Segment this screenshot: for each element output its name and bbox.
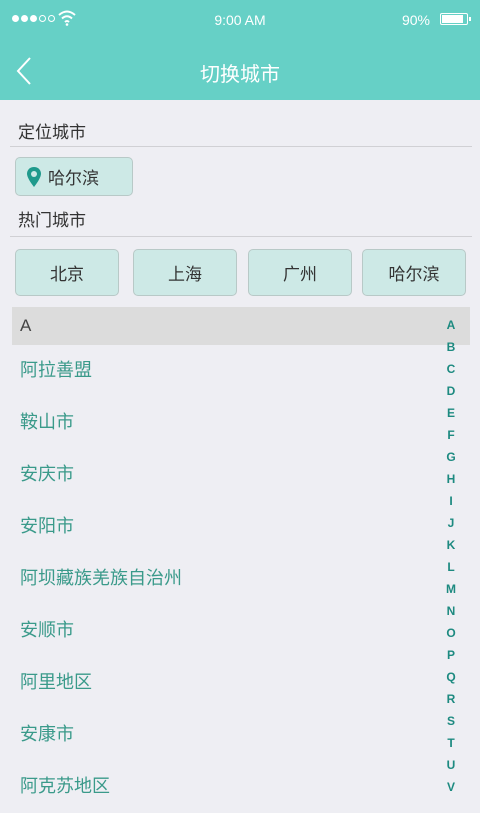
index-letter-a[interactable]: A xyxy=(447,314,456,336)
battery-icon xyxy=(440,13,471,25)
index-letter-l[interactable]: L xyxy=(447,556,454,578)
hot-city-button[interactable]: 广州 xyxy=(248,249,352,296)
alphabet-index-bar[interactable]: ABCDEFGHIJKLMNOPQRSTUV xyxy=(440,314,462,798)
index-letter-d[interactable]: D xyxy=(447,380,456,402)
index-letter-s[interactable]: S xyxy=(447,710,455,732)
city-list-item[interactable]: 安庆市 xyxy=(20,449,430,501)
hot-section-label: 热门城市 xyxy=(18,211,86,231)
index-letter-g[interactable]: G xyxy=(446,446,455,468)
hot-city-button[interactable]: 上海 xyxy=(133,249,237,296)
index-letter-u[interactable]: U xyxy=(447,754,456,776)
index-letter-p[interactable]: P xyxy=(447,644,455,666)
index-letter-b[interactable]: B xyxy=(447,336,456,358)
status-bar: 9:00 AM 90% xyxy=(0,0,480,40)
city-list-item[interactable]: 阿里地区 xyxy=(20,657,430,709)
index-letter-m[interactable]: M xyxy=(446,578,456,600)
index-letter-o[interactable]: O xyxy=(446,622,455,644)
city-list-item[interactable]: 安康市 xyxy=(20,709,430,761)
index-letter-e[interactable]: E xyxy=(447,402,455,424)
nav-bar: 切换城市 xyxy=(0,40,480,100)
index-letter-r[interactable]: R xyxy=(447,688,456,710)
hot-city-button[interactable]: 哈尔滨 xyxy=(362,249,466,296)
battery-level-fill xyxy=(442,15,463,23)
map-pin-icon xyxy=(27,166,41,187)
battery-percent: 90% xyxy=(401,12,430,28)
hot-city-button[interactable]: 北京 xyxy=(15,249,119,296)
current-location-chip[interactable]: 哈尔滨 xyxy=(15,157,133,196)
page-title: 切换城市 xyxy=(200,62,280,86)
index-letter-h[interactable]: H xyxy=(447,468,456,490)
city-list-item[interactable]: 安阳市 xyxy=(20,501,430,553)
divider xyxy=(10,146,472,147)
current-location-city: 哈尔滨 xyxy=(48,169,99,189)
index-letter-n[interactable]: N xyxy=(447,600,456,622)
city-list-item[interactable]: 阿克苏地区 xyxy=(20,761,430,813)
city-list-item[interactable]: 阿拉善盟 xyxy=(20,345,430,397)
index-letter-c[interactable]: C xyxy=(447,358,456,380)
index-letter-k[interactable]: K xyxy=(447,534,456,556)
index-letter-f[interactable]: F xyxy=(447,424,454,446)
city-list-item[interactable]: 阿坝藏族羌族自治州 xyxy=(20,553,430,605)
city-list-item[interactable]: 安顺市 xyxy=(20,605,430,657)
index-letter-j[interactable]: J xyxy=(448,512,455,534)
city-list: 阿拉善盟 鞍山市 安庆市 安阳市 阿坝藏族羌族自治州 安顺市 阿里地区 安康市 … xyxy=(20,345,430,813)
divider xyxy=(10,236,472,237)
hot-cities-row: 北京 上海 广州 哈尔滨 xyxy=(15,249,466,296)
index-letter-v[interactable]: V xyxy=(447,776,455,798)
letter-section-header: A xyxy=(12,307,470,345)
index-letter-t[interactable]: T xyxy=(447,732,454,754)
index-letter-i[interactable]: I xyxy=(449,490,452,512)
index-letter-q[interactable]: Q xyxy=(446,666,455,688)
location-section-label: 定位城市 xyxy=(18,123,86,143)
city-list-item[interactable]: 鞍山市 xyxy=(20,397,430,449)
